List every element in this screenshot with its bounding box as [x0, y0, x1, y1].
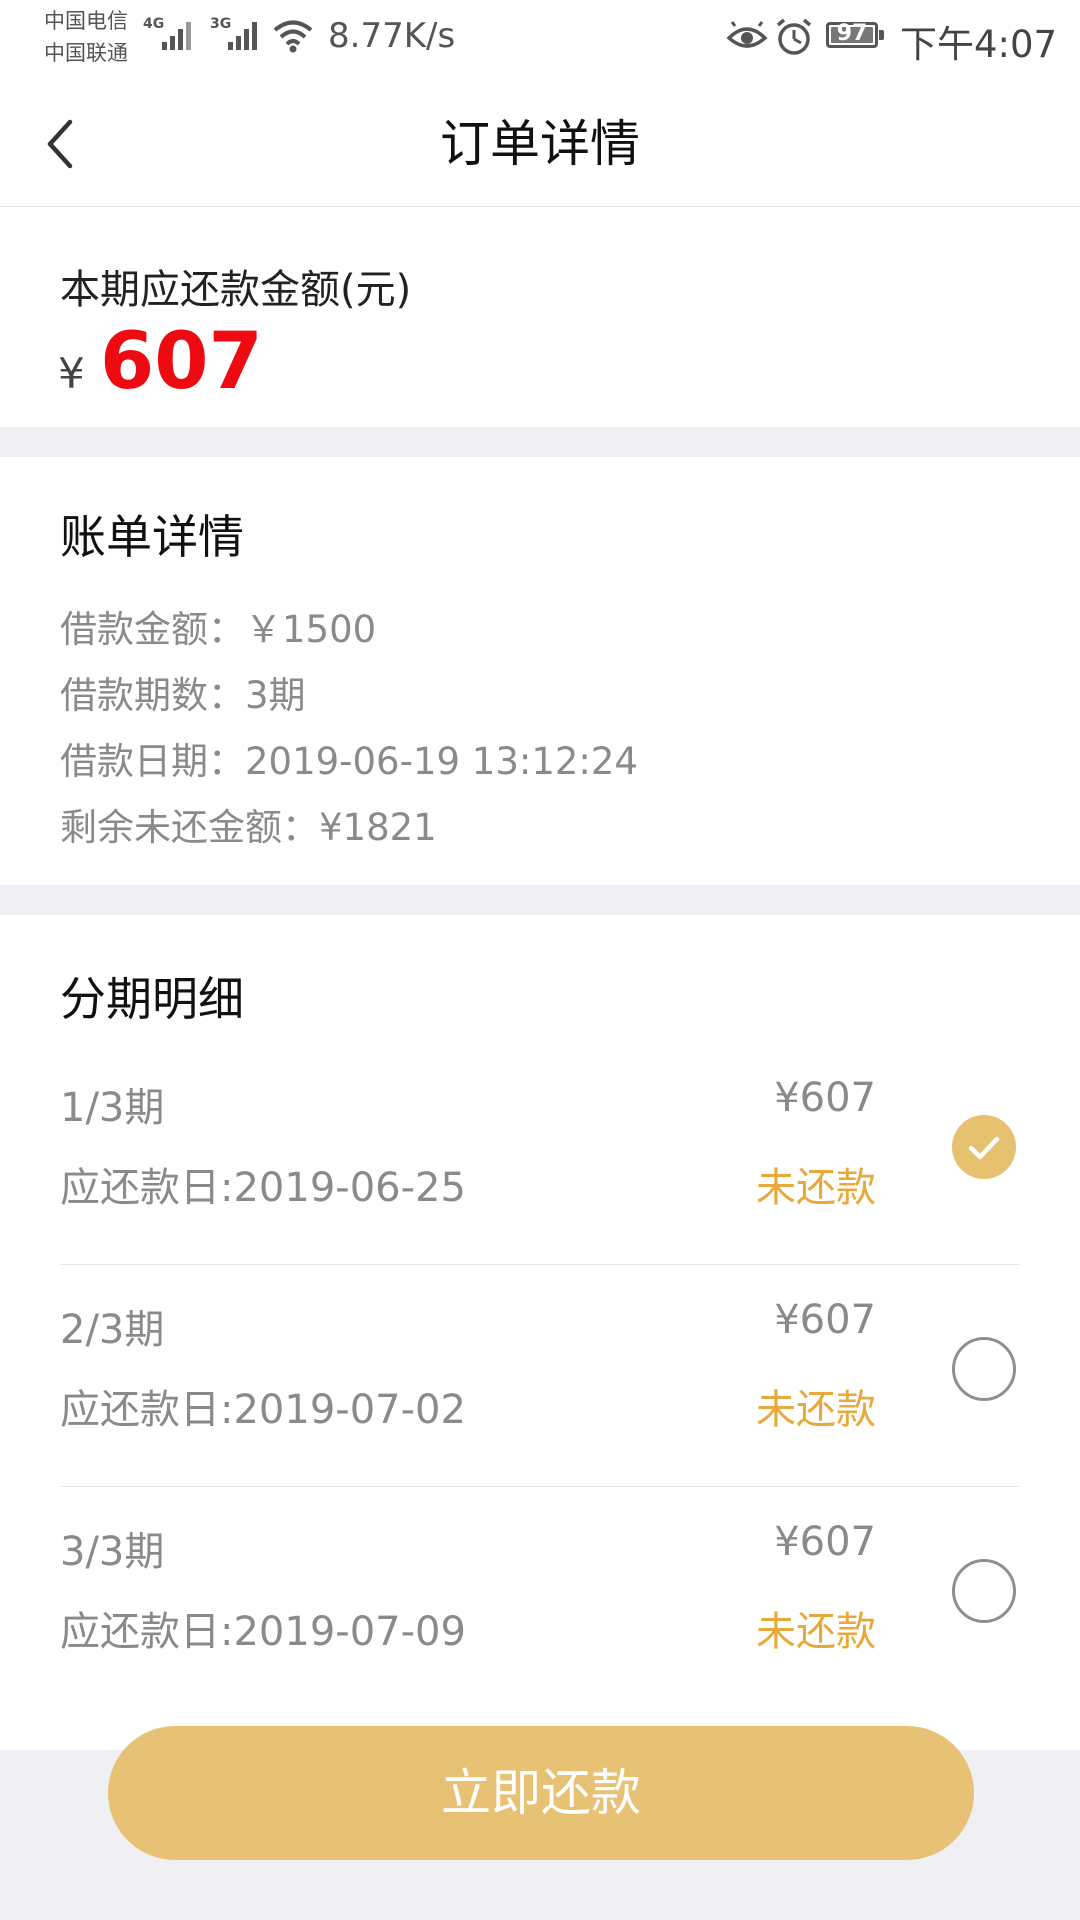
installment-due-date: 应还款日:2019-06-25	[60, 1165, 466, 1211]
loan-periods: 借款期数：3期	[60, 674, 306, 717]
status-bar: 中国电信 中国联通 4G 3G 8.77K/s 97 下午4:07	[0, 0, 1080, 76]
network-speed: 8.77K/s	[328, 16, 456, 56]
installment-card: 分期明细 1/3期 ¥607 应还款日:2019-06-25 未还款 2/3期 …	[0, 915, 1080, 1750]
installment-period: 2/3期	[60, 1307, 165, 1353]
installment-due-date: 应还款日:2019-07-09	[60, 1609, 466, 1655]
installment-period: 1/3期	[60, 1085, 165, 1131]
installment-amount: ¥607	[774, 1519, 876, 1565]
amount-label: 本期应还款金额(元)	[60, 267, 412, 313]
eye-icon	[726, 21, 768, 48]
installment-row[interactable]: 1/3期 ¥607 应还款日:2019-06-25 未还款	[0, 1043, 1080, 1265]
select-radio-checked[interactable]	[952, 1115, 1016, 1179]
carrier-name-1: 中国电信	[44, 9, 128, 33]
installment-row[interactable]: 3/3期 ¥607 应还款日:2019-07-09 未还款	[0, 1487, 1080, 1709]
wifi-icon	[273, 20, 313, 53]
installment-amount: ¥607	[774, 1075, 876, 1121]
signal-icon	[162, 22, 191, 50]
loan-amount: 借款金额：￥1500	[60, 608, 377, 651]
battery-icon: 97	[826, 21, 884, 48]
select-radio[interactable]	[952, 1337, 1016, 1401]
alarm-icon	[776, 18, 812, 55]
check-icon	[968, 1136, 1000, 1160]
installment-amount: ¥607	[774, 1297, 876, 1343]
pay-now-button[interactable]: 立即还款	[108, 1726, 974, 1860]
installment-section-title: 分期明细	[60, 972, 244, 1026]
remaining-amount: 剩余未还金额：¥1821	[60, 806, 437, 849]
currency-symbol: ¥	[58, 349, 85, 398]
installment-status: 未还款	[756, 1387, 876, 1433]
installment-period: 3/3期	[60, 1529, 165, 1575]
carrier-name-2: 中国联通	[44, 41, 128, 65]
signal-icon	[228, 22, 257, 50]
installment-due-date: 应还款日:2019-07-02	[60, 1387, 466, 1433]
amount-value: 607	[100, 317, 263, 407]
loan-date: 借款日期：2019-06-19 13:12:24	[60, 740, 638, 783]
bill-detail-card: 账单详情 借款金额：￥1500 借款期数：3期 借款日期：2019-06-19 …	[0, 457, 1080, 885]
bill-section-title: 账单详情	[60, 510, 244, 564]
installment-status: 未还款	[756, 1609, 876, 1655]
installment-row[interactable]: 2/3期 ¥607 应还款日:2019-07-02 未还款	[0, 1265, 1080, 1487]
page-title: 订单详情	[440, 115, 640, 173]
nav-bar: 订单详情	[0, 76, 1080, 207]
select-radio[interactable]	[952, 1559, 1016, 1623]
battery-level: 97	[836, 21, 868, 46]
status-time: 下午4:07	[900, 23, 1058, 66]
current-payment-card: 本期应还款金额(元) ¥ 607	[0, 207, 1080, 427]
installment-status: 未还款	[756, 1165, 876, 1211]
